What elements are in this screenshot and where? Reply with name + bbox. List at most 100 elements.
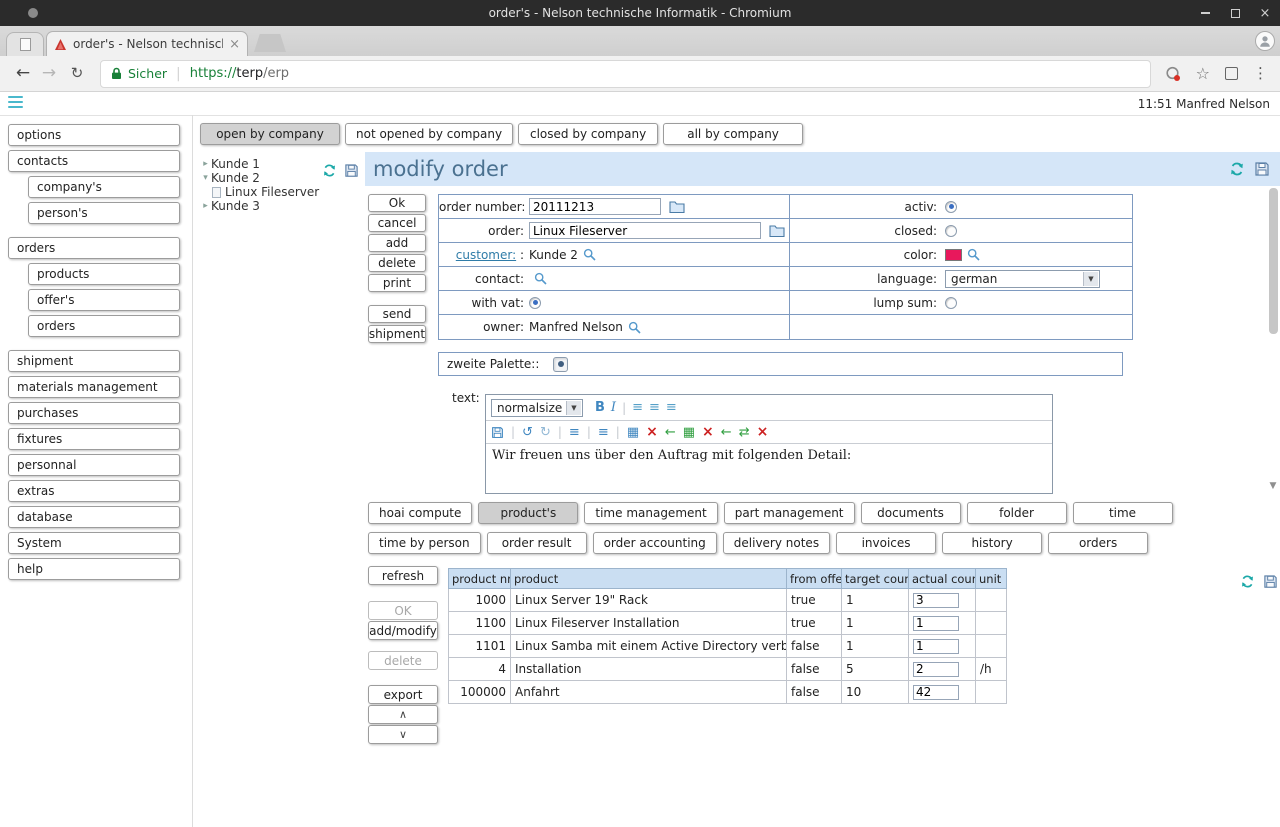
closed-radio[interactable] (945, 225, 957, 237)
tab-time-by-person[interactable]: time by person (368, 532, 481, 554)
order-number-folder-icon[interactable] (669, 200, 685, 213)
sidebar-item-personnal[interactable]: personnal (8, 454, 180, 476)
tab-delivery-notes[interactable]: delivery notes (723, 532, 830, 554)
sidebar-item-offers[interactable]: offer's (28, 289, 180, 311)
sidebar-item-companys[interactable]: company's (28, 176, 180, 198)
sidebar-item-options[interactable]: options (8, 124, 180, 146)
tree-refresh-icon[interactable] (322, 163, 337, 178)
insert-row-icon[interactable]: ← (665, 426, 676, 439)
tab-orders[interactable]: orders (1048, 532, 1148, 554)
ok-button[interactable]: Ok (368, 194, 426, 212)
customer-search-icon[interactable] (583, 248, 596, 261)
tab-not-opened-by-company[interactable]: not opened by company (345, 123, 513, 145)
bookmark-star-icon[interactable]: ☆ (1196, 66, 1210, 82)
tab-time-management[interactable]: time management (584, 502, 717, 524)
numbered-list-icon[interactable]: ≡ (598, 426, 609, 439)
maximize-button[interactable] (1220, 0, 1250, 26)
sidebar-item-fixtures[interactable]: fixtures (8, 428, 180, 450)
tree-item-kunde3[interactable]: ▸Kunde 3 (200, 199, 360, 213)
tab-close-icon[interactable]: × (229, 38, 240, 51)
tab-all-by-company[interactable]: all by company (663, 123, 803, 145)
sidebar-item-materials-management[interactable]: materials management (8, 376, 180, 398)
tab-open-by-company[interactable]: open by company (200, 123, 340, 145)
back-button[interactable]: ← (10, 65, 36, 82)
font-size-select[interactable]: normalsize▼ (491, 399, 583, 417)
align-left-icon[interactable]: ≡ (632, 401, 643, 414)
panel-save-icon[interactable] (1254, 161, 1270, 177)
order-folder-icon[interactable] (769, 224, 785, 237)
table-row[interactable]: 1101 Linux Samba mit einem Active Direct… (449, 635, 1007, 658)
tab-part-management[interactable]: part management (724, 502, 855, 524)
tab-time[interactable]: time (1073, 502, 1173, 524)
expander-collapsed-icon[interactable]: ▸ (200, 201, 211, 211)
table-row[interactable]: 1100 Linux Fileserver Installation true … (449, 612, 1007, 635)
address-bar[interactable]: Sicher | https://terp/erp (100, 60, 1151, 88)
sidebar-item-contacts[interactable]: contacts (8, 150, 180, 172)
actual-count-input[interactable] (913, 685, 959, 700)
color-search-icon[interactable] (967, 248, 980, 261)
tab-documents[interactable]: documents (861, 502, 961, 524)
profile-avatar[interactable] (1255, 31, 1275, 51)
color-swatch[interactable] (945, 249, 962, 261)
tab-invoices[interactable]: invoices (836, 532, 936, 554)
language-select[interactable]: german▼ (945, 270, 1100, 288)
customer-link[interactable]: customer: (456, 248, 516, 262)
sidebar-item-orders[interactable]: orders (8, 237, 180, 259)
tab-hoai-compute[interactable]: hoai compute (368, 502, 472, 524)
table-refresh-icon[interactable] (1240, 574, 1255, 589)
undo-icon[interactable]: ↺ (522, 426, 533, 439)
tab-products[interactable]: product's (478, 502, 578, 524)
sidebar-item-products[interactable]: products (28, 263, 180, 285)
sidebar-item-database[interactable]: database (8, 506, 180, 528)
lump-sum-radio[interactable] (945, 297, 957, 309)
close-button[interactable]: × (1250, 0, 1280, 26)
tab-closed-by-company[interactable]: closed by company (518, 123, 658, 145)
table-save-icon[interactable] (1263, 574, 1278, 589)
redo-icon[interactable]: ↻ (540, 426, 551, 439)
add-button[interactable]: add (368, 234, 426, 252)
reload-button[interactable]: ↻ (64, 66, 90, 81)
delete-row-icon[interactable]: × (702, 425, 714, 439)
move-column-icon[interactable]: ⇄ (739, 426, 750, 439)
move-up-button[interactable]: ∧ (368, 705, 438, 724)
sidebar-item-extras[interactable]: extras (8, 480, 180, 502)
with-vat-radio[interactable] (529, 297, 541, 309)
sidebar-item-purchases[interactable]: purchases (8, 402, 180, 424)
refresh-button[interactable]: refresh (368, 566, 438, 585)
sidebar-item-shipment[interactable]: shipment (8, 350, 180, 372)
table-row[interactable]: 1000 Linux Server 19" Rack true 1 (449, 589, 1007, 612)
actual-count-input[interactable] (913, 662, 959, 677)
print-button[interactable]: print (368, 274, 426, 292)
table-row[interactable]: 4 Installation false 5 /h (449, 658, 1007, 681)
add-modify-button[interactable]: add/modify (368, 621, 438, 640)
delete-button[interactable]: delete (368, 254, 426, 272)
editor-save-icon[interactable] (491, 426, 504, 439)
delete-column-icon[interactable]: × (757, 425, 769, 439)
bullet-list-icon[interactable]: ≡ (569, 426, 580, 439)
cancel-button[interactable]: cancel (368, 214, 426, 232)
tab-order-result[interactable]: order result (487, 532, 587, 554)
zweite-palette-toggle[interactable] (553, 357, 568, 372)
sidebar-item-orders-sub[interactable]: orders (28, 315, 180, 337)
tab-folder[interactable]: folder (967, 502, 1067, 524)
scrollbar-thumb[interactable] (1269, 188, 1278, 334)
insert-column-icon[interactable]: ▦ (683, 426, 695, 439)
expander-collapsed-icon[interactable]: ▸ (200, 159, 211, 169)
secure-label[interactable]: Sicher (128, 66, 167, 81)
italic-icon[interactable]: I (611, 401, 616, 414)
scrollbar-down-arrow[interactable]: ▼ (1266, 480, 1280, 493)
actual-count-input[interactable] (913, 616, 959, 631)
menu-kebab-icon[interactable]: ⋮ (1253, 66, 1268, 81)
tree-save-icon[interactable] (344, 163, 359, 178)
minimize-button[interactable] (1190, 0, 1220, 26)
merge-cells-icon[interactable]: ← (721, 426, 732, 439)
actual-count-input[interactable] (913, 593, 959, 608)
sidebar-item-help[interactable]: help (8, 558, 180, 580)
tab-order-accounting[interactable]: order accounting (593, 532, 717, 554)
new-tab-button[interactable] (254, 34, 286, 52)
fullscreen-icon[interactable] (1225, 67, 1238, 80)
table-row[interactable]: 100000 Anfahrt false 10 (449, 681, 1007, 704)
align-right-icon[interactable]: ≡ (666, 401, 677, 414)
bold-icon[interactable]: B (595, 401, 605, 414)
tree-item-linux-fileserver[interactable]: Linux Fileserver (212, 185, 360, 199)
